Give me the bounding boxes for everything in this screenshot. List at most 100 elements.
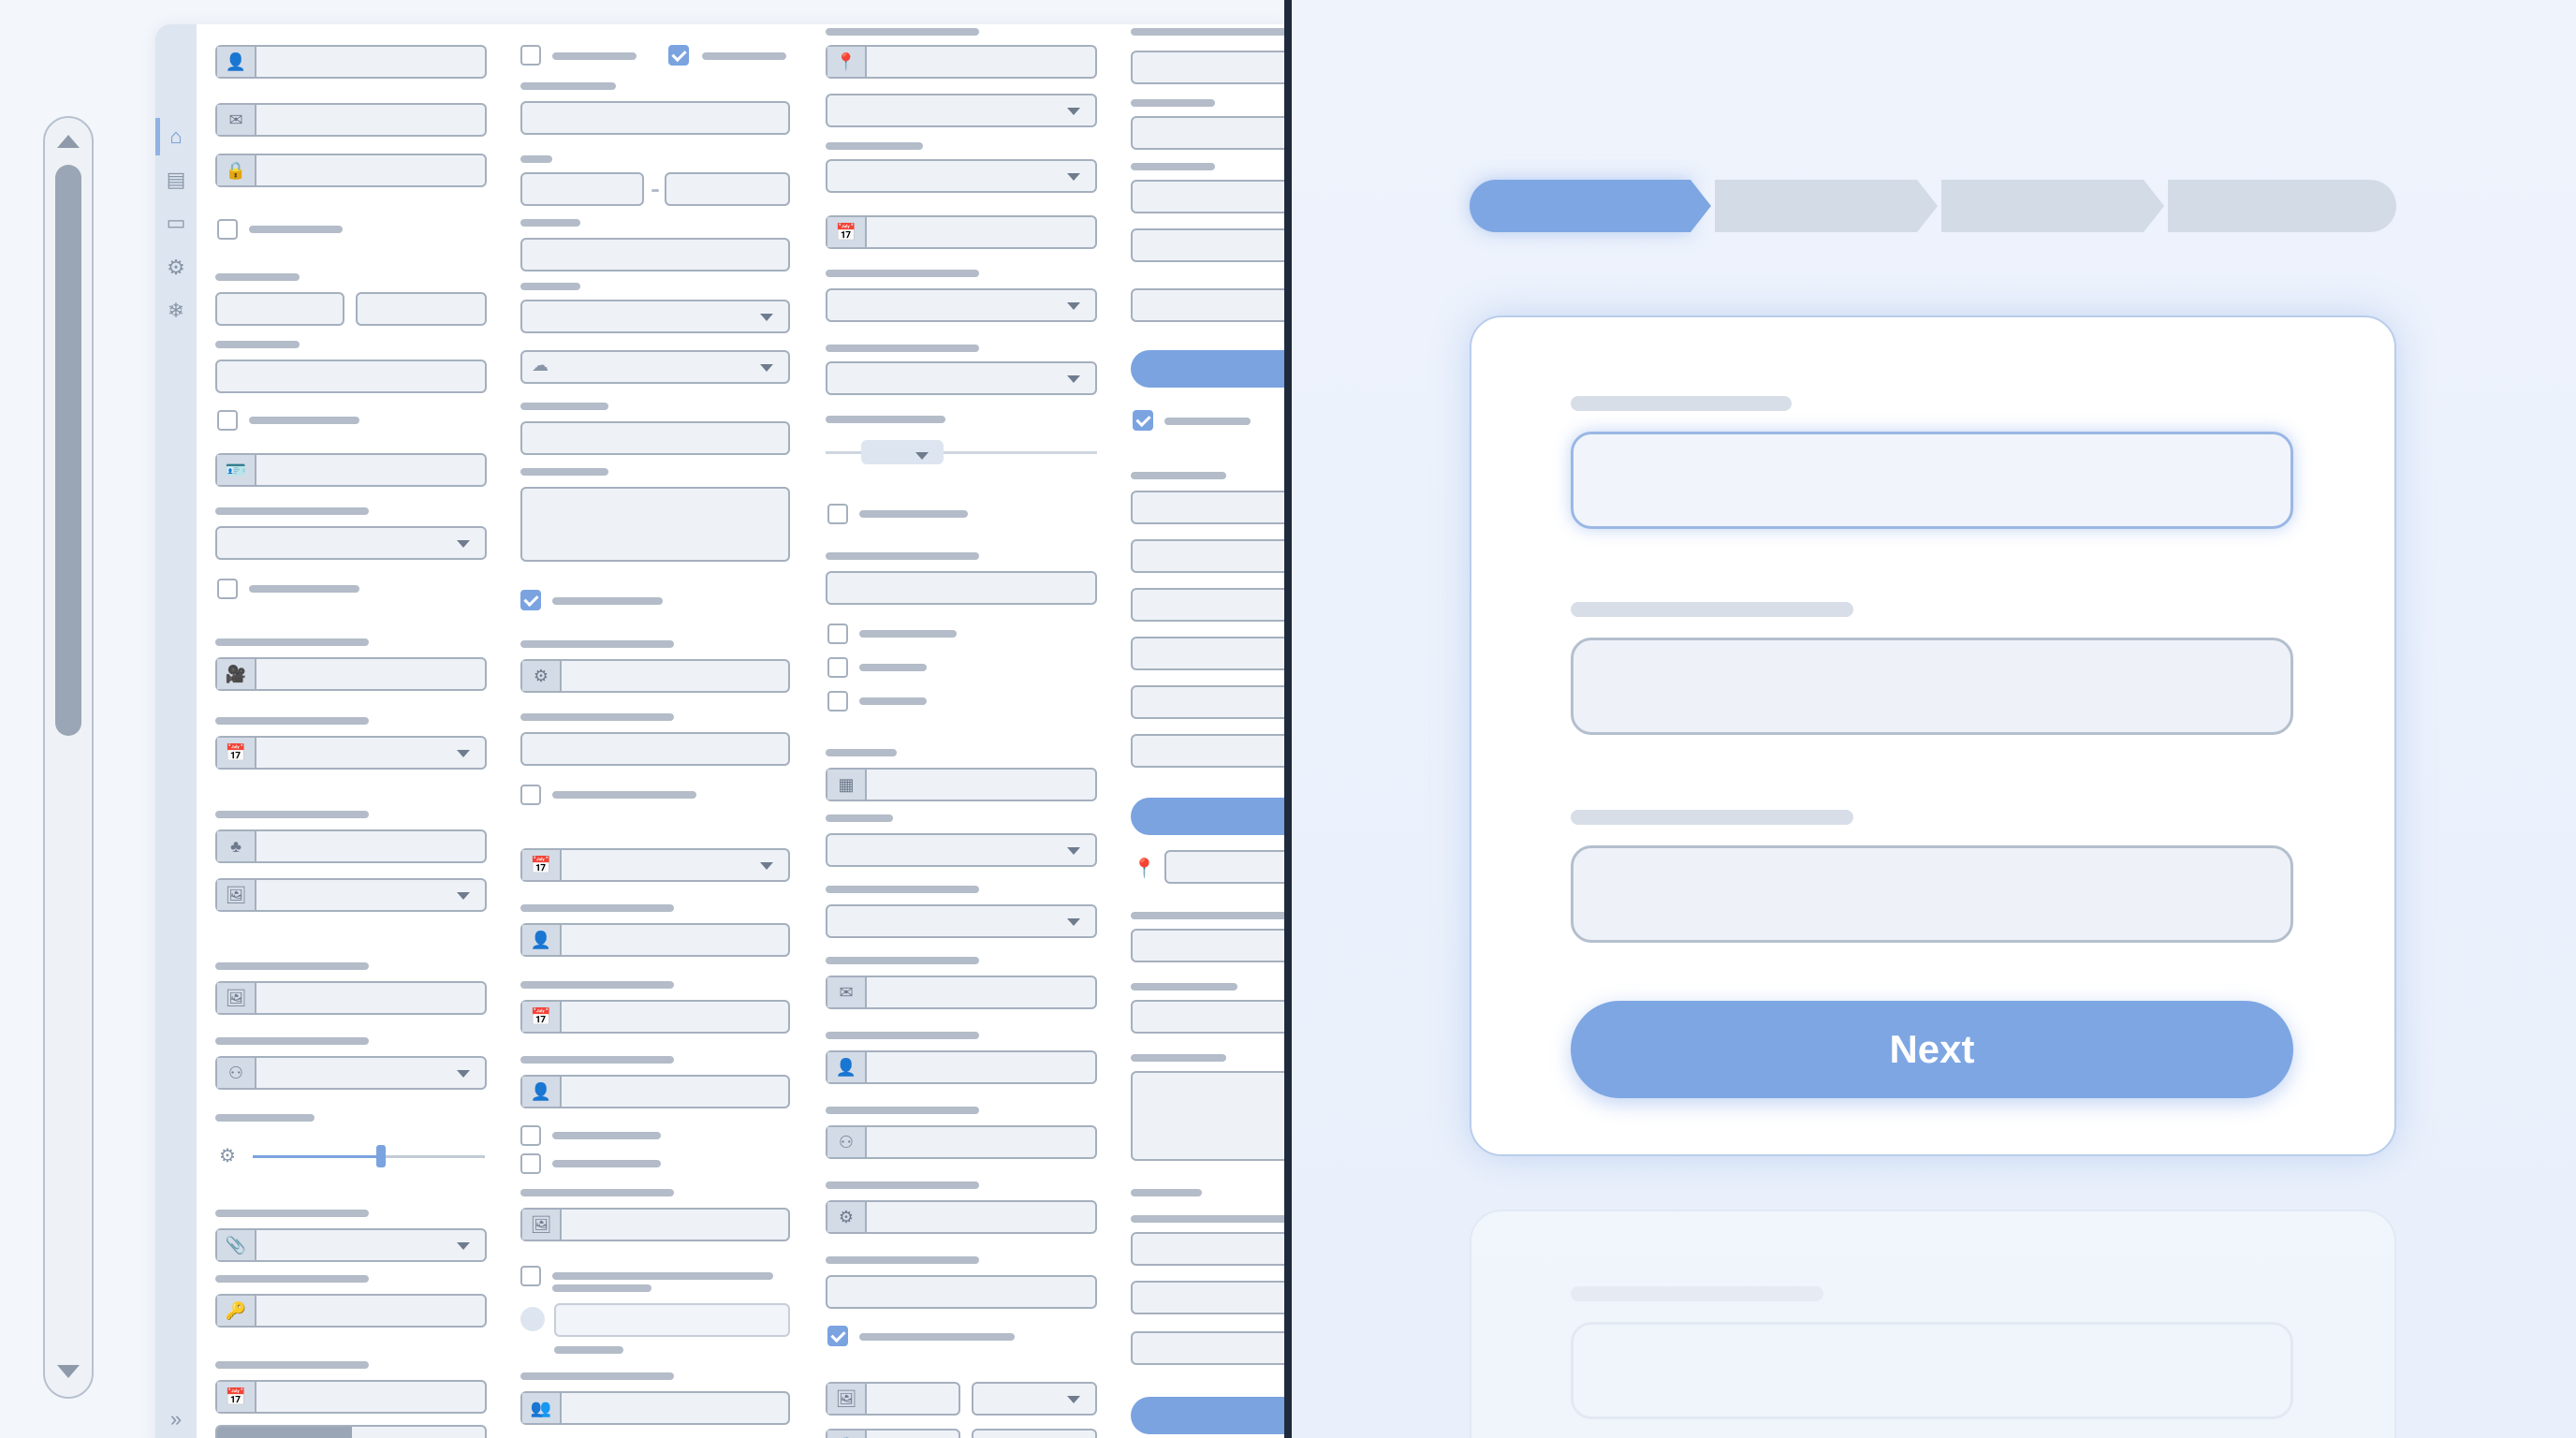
people-field[interactable]: 👥 xyxy=(520,1391,790,1425)
range-slider-handle[interactable] xyxy=(861,440,944,464)
segment-active[interactable] xyxy=(217,1427,352,1438)
dropdown-select[interactable] xyxy=(826,361,1097,395)
text-input[interactable] xyxy=(1131,180,1284,213)
cloud-select[interactable]: ☁ xyxy=(520,350,790,384)
checkbox[interactable] xyxy=(520,1153,541,1174)
account-field[interactable]: 👤 xyxy=(520,1075,790,1108)
document-icon[interactable]: ▤ xyxy=(155,161,197,198)
checkbox-checked[interactable] xyxy=(1133,410,1153,431)
lock-field[interactable]: 🔒 xyxy=(826,1429,960,1438)
location-field[interactable]: 📍 xyxy=(826,45,1097,79)
text-input[interactable] xyxy=(826,1275,1097,1309)
checkbox[interactable] xyxy=(827,624,848,644)
user-field[interactable]: 👤 xyxy=(215,45,487,79)
text-input[interactable] xyxy=(1131,288,1284,322)
slider-handle[interactable] xyxy=(376,1145,386,1167)
attachment-select[interactable]: 📎 xyxy=(215,1228,487,1262)
snowflake-icon[interactable]: ❄ xyxy=(155,292,197,330)
checkbox[interactable] xyxy=(520,45,541,66)
text-input[interactable] xyxy=(1131,637,1284,670)
scroll-thumb[interactable] xyxy=(55,165,81,736)
text-input[interactable] xyxy=(520,101,790,135)
location-input[interactable] xyxy=(1164,850,1284,884)
checkbox-checked[interactable] xyxy=(827,1326,848,1346)
message-field[interactable]: ✉ xyxy=(826,976,1097,1009)
checkbox[interactable] xyxy=(520,785,541,805)
text-input[interactable] xyxy=(1131,539,1284,573)
text-input[interactable] xyxy=(1131,228,1284,262)
step-3[interactable] xyxy=(1941,180,2144,232)
email-field[interactable]: ✉ xyxy=(215,103,487,137)
home-icon[interactable]: ⌂ xyxy=(155,118,197,155)
date-select[interactable]: 📅 xyxy=(520,848,790,882)
checkbox[interactable] xyxy=(520,1125,541,1146)
dropdown-select[interactable] xyxy=(215,526,487,560)
key-field[interactable]: 🔑 xyxy=(215,1294,487,1328)
text-input[interactable] xyxy=(1131,588,1284,622)
grid-field[interactable]: ▦ xyxy=(826,768,1097,801)
segmented-control[interactable] xyxy=(215,1425,487,1438)
dropdown-select[interactable] xyxy=(826,904,1097,938)
checkbox-checked[interactable] xyxy=(668,45,689,66)
text-input[interactable] xyxy=(826,571,1097,605)
range-start-input[interactable] xyxy=(520,172,644,206)
gear-icon[interactable]: ⚙ xyxy=(155,249,197,286)
dropdown-select[interactable] xyxy=(972,1429,1097,1438)
next-button[interactable]: Next xyxy=(1571,1001,2293,1098)
checkbox-checked[interactable] xyxy=(520,590,541,610)
textarea[interactable] xyxy=(520,487,790,562)
text-input[interactable] xyxy=(215,360,487,393)
text-input[interactable] xyxy=(1131,929,1284,962)
user-field[interactable]: 👤 xyxy=(520,923,790,957)
checkbox[interactable] xyxy=(217,579,238,599)
checkbox[interactable] xyxy=(827,504,848,524)
settings-field[interactable]: ⚙ xyxy=(520,659,790,693)
checkbox[interactable] xyxy=(827,691,848,712)
dropdown-select[interactable] xyxy=(826,159,1097,193)
expand-rail-icon[interactable]: » xyxy=(155,1401,197,1438)
split-divider[interactable] xyxy=(1284,0,1292,1438)
password-field[interactable]: 🔒 xyxy=(215,154,487,187)
wizard-input-3[interactable] xyxy=(1571,845,2293,943)
wizard-input-1[interactable] xyxy=(1571,432,2293,529)
checkbox[interactable] xyxy=(827,657,848,678)
text-input[interactable] xyxy=(1131,1331,1284,1365)
text-input-half[interactable] xyxy=(356,292,487,326)
dropdown-select[interactable] xyxy=(520,300,790,333)
video-field[interactable]: 🎥 xyxy=(215,657,487,691)
network-field[interactable]: ⚇ xyxy=(826,1125,1097,1159)
image-field[interactable]: 🖼 xyxy=(215,981,487,1015)
step-2[interactable] xyxy=(1715,180,1917,232)
calendar-field[interactable]: 📅 xyxy=(215,1380,487,1414)
network-select[interactable]: ⚇ xyxy=(215,1056,487,1090)
image-field[interactable]: 🖼 xyxy=(826,1382,960,1416)
scroll-up-arrow-icon[interactable] xyxy=(57,135,80,148)
calendar-field[interactable]: 📅 xyxy=(520,1000,790,1034)
scroll-down-arrow-icon[interactable] xyxy=(57,1365,80,1378)
chart-field[interactable]: ⚙ xyxy=(826,1200,1097,1234)
text-input[interactable] xyxy=(520,238,790,271)
text-input[interactable] xyxy=(1131,51,1284,84)
text-input[interactable] xyxy=(520,732,790,766)
text-input[interactable] xyxy=(1131,1281,1284,1314)
checkbox[interactable] xyxy=(217,410,238,431)
wizard-input-2[interactable] xyxy=(1571,638,2293,735)
primary-button[interactable] xyxy=(1131,350,1284,388)
radio-button[interactable] xyxy=(520,1307,545,1331)
window-icon[interactable]: ▭ xyxy=(155,204,197,242)
user-field[interactable]: 👤 xyxy=(826,1050,1097,1084)
step-4[interactable] xyxy=(2168,180,2396,232)
range-end-input[interactable] xyxy=(665,172,790,206)
dropdown-select[interactable] xyxy=(826,94,1097,127)
primary-button[interactable] xyxy=(1131,798,1284,835)
dropdown-select[interactable] xyxy=(826,833,1097,867)
id-card-field[interactable]: 🪪 xyxy=(215,453,487,487)
checkbox[interactable] xyxy=(217,219,238,240)
text-input[interactable] xyxy=(1131,116,1284,150)
dropdown-select[interactable] xyxy=(826,288,1097,322)
tree-field[interactable]: ♣ xyxy=(215,829,487,863)
step-1-active[interactable] xyxy=(1470,180,1690,232)
text-input[interactable] xyxy=(1131,734,1284,768)
vertical-scrollbar[interactable] xyxy=(43,116,94,1399)
text-input[interactable] xyxy=(1131,685,1284,719)
